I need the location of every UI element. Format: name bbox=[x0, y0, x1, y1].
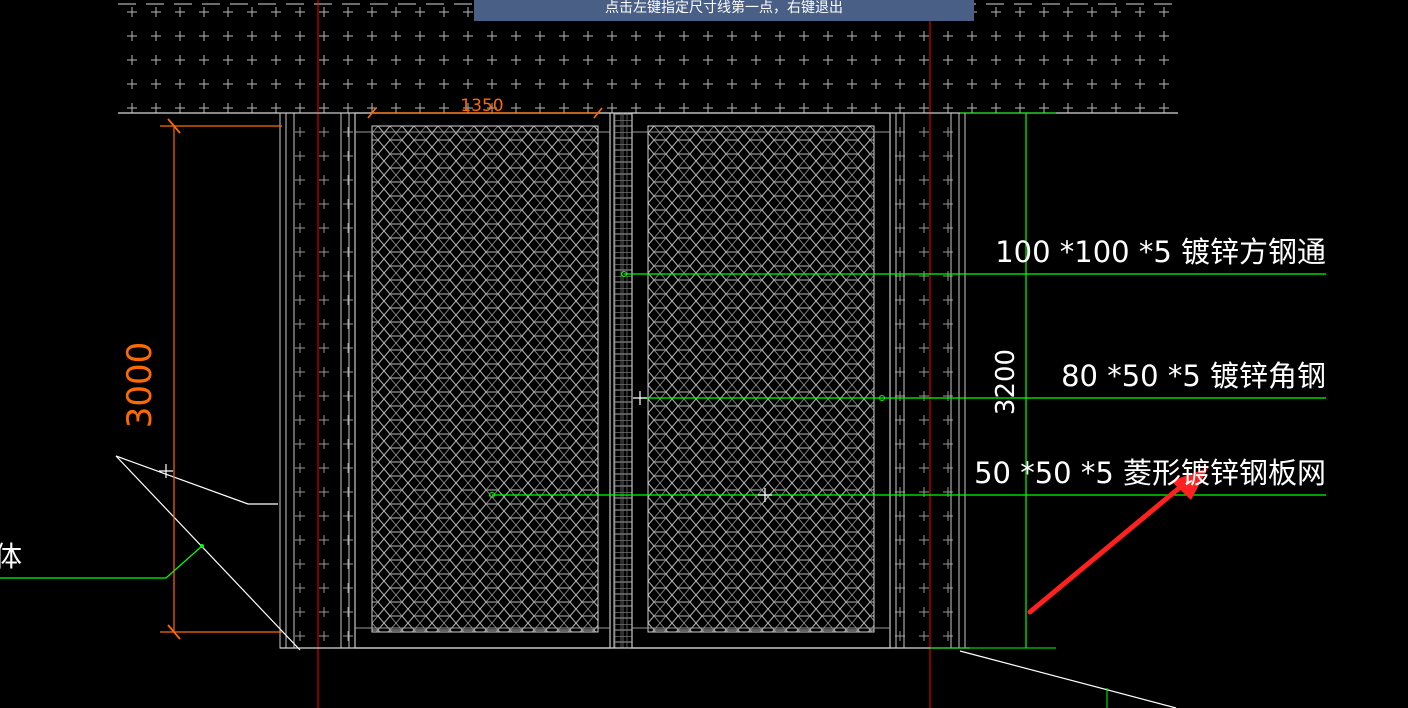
center-post bbox=[613, 112, 633, 649]
right-gate-frame bbox=[631, 112, 891, 649]
left-soil-hatch-panel bbox=[279, 112, 356, 649]
command-prompt-text: 点击左键指定尺寸线第一点，右键退出 bbox=[605, 0, 843, 16]
command-prompt-bar: 点击左键指定尺寸线第一点，右键退出 bbox=[474, 0, 974, 21]
width-dimension-label: 1350 bbox=[460, 96, 503, 116]
bottom-boundary-lines bbox=[280, 647, 1177, 708]
right-height-dimension-label: 3200 bbox=[991, 349, 1021, 415]
diamond-mesh-annotation: 50 *50 *5 菱形镀锌钢板网 bbox=[974, 456, 1326, 490]
orange-height-dimension bbox=[160, 118, 282, 640]
left-gate-frame bbox=[354, 112, 611, 649]
square-tube-annotation: 100 *100 *5 镀锌方钢通 bbox=[995, 235, 1326, 269]
left-height-dimension-label: 3000 bbox=[120, 342, 160, 429]
left-slope-and-leader bbox=[0, 455, 301, 651]
left-annotation-fragment: 体 bbox=[0, 540, 22, 573]
cad-drawing-canvas[interactable]: 1350 3000 3200 100 *100 *5 镀锌方钢通 80 *50 … bbox=[0, 0, 1408, 708]
right-soil-hatch-panel bbox=[889, 112, 966, 649]
angle-steel-annotation: 80 *50 *5 镀锌角钢 bbox=[1061, 359, 1326, 393]
